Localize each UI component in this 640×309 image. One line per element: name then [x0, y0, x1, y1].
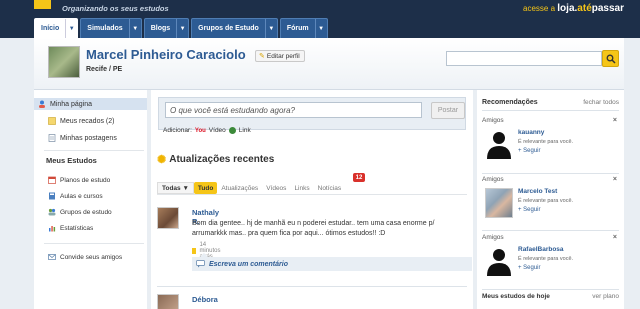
recommendation-card: Amigos × kauanny É relevante para você. … [482, 117, 619, 169]
sidebar-item-aulas-e-cursos[interactable]: Aulas e cursos [48, 190, 103, 202]
filter-videos[interactable]: Vídeos [262, 182, 290, 194]
panel-divider [482, 173, 619, 174]
follow-link[interactable]: + Seguir [518, 207, 541, 213]
sidebar-item-minhas-postagens[interactable]: Minhas postagens [48, 132, 117, 144]
default-avatar-icon [487, 132, 511, 159]
close-all-link[interactable]: fechar todos [583, 99, 619, 106]
close-icon[interactable]: × [613, 176, 617, 183]
filter-noticias[interactable]: Notícias [314, 182, 345, 194]
panel-divider [482, 289, 619, 290]
filter-atualizacoes[interactable]: Atualizações [217, 182, 262, 194]
edit-profile-button[interactable]: ✎ Editar perfil [255, 50, 305, 62]
write-comment-link[interactable]: Escreva um comentário [192, 253, 472, 271]
recommendation-card: Amigos × RafaelBarbosa É relevante para … [482, 234, 619, 286]
sun-icon: ✺ [157, 154, 167, 166]
main-nav-tabs: Início ▼ Simulados ▼ Blogs ▼ Grupos de Estu… [34, 18, 328, 38]
chevron-down-icon[interactable]: ▼ [128, 19, 141, 38]
tab-simulados[interactable]: Simulados ▼ [80, 18, 142, 38]
default-avatar-icon [487, 249, 511, 276]
tab-grupos-de-estudo[interactable]: Grupos de Estudo ▼ [191, 18, 278, 38]
avatar[interactable] [48, 46, 80, 78]
site-tagline: Organizando os seus estudos [62, 4, 169, 13]
store-link[interactable]: acesse a loja.atépassar [523, 3, 624, 14]
today-studies-header: Meus estudos de hoje ver plano [482, 293, 619, 300]
follow-link[interactable]: + Seguir [518, 148, 541, 154]
post-divider [157, 286, 467, 287]
note-icon [48, 117, 56, 125]
comment-icon [196, 260, 205, 268]
panel-divider [482, 230, 619, 231]
invite-friends-link[interactable]: Convide seus amigos [48, 251, 122, 263]
post-button[interactable]: Postar [431, 102, 465, 119]
chart-icon [49, 226, 56, 232]
panel-divider [482, 110, 619, 111]
follow-link[interactable]: + Seguir [518, 265, 541, 271]
status-input[interactable]: O que você está estudando agora? [165, 102, 422, 118]
filter-links[interactable]: Links [290, 182, 313, 194]
pencil-icon: ✎ [259, 53, 265, 60]
recommendations-header: Recomendações fechar todos [482, 99, 619, 106]
profile-header: Marcel Pinheiro Caraciolo Recife / PE ✎ … [34, 38, 624, 90]
profile-location: Recife / PE [86, 66, 123, 73]
main-feed: O que você está estudando agora? Postar … [151, 90, 473, 309]
post-author[interactable]: Débora [192, 295, 218, 304]
sidebar-item-minha-pagina[interactable]: Minha página [34, 98, 147, 110]
sidebar-item-grupos-de-estudo[interactable]: Grupos de estudo [48, 206, 112, 218]
envelope-icon [48, 254, 56, 260]
add-video-link[interactable]: Vídeo [209, 127, 226, 134]
chevron-down-icon[interactable]: ▼ [264, 19, 277, 38]
view-plan-link[interactable]: ver plano [592, 293, 619, 300]
close-icon[interactable]: × [613, 117, 617, 124]
recommendations-panel: Recomendações fechar todos Amigos × kaua… [477, 90, 624, 309]
group-icon [48, 208, 56, 216]
post-text: Bom dia gentee.. hj de manhã eu n podere… [192, 220, 435, 237]
document-icon [48, 134, 56, 142]
search-icon [606, 54, 616, 64]
top-bar: Organizando os seus estudos acesse a loj… [0, 0, 640, 38]
search-input[interactable] [446, 51, 602, 66]
book-icon [49, 192, 55, 200]
message-icon [192, 248, 197, 254]
tab-forum[interactable]: Fórum ▼ [279, 18, 328, 38]
sidebar-divider [44, 243, 144, 244]
updates-heading: ✺ Atualizações recentes [157, 154, 275, 166]
sidebar-divider [44, 150, 144, 151]
sidebar-section-title: Meus Estudos [46, 156, 97, 165]
post-avatar[interactable] [157, 207, 179, 229]
chevron-down-icon[interactable]: ▼ [65, 19, 77, 38]
store-name: loja.atépassar [557, 3, 624, 14]
tab-inicio[interactable]: Início ▼ [34, 18, 79, 38]
recommendation-name[interactable]: RafaelBarbosa [518, 246, 564, 253]
filter-tudo[interactable]: Tudo [193, 182, 218, 194]
news-count-badge: 12 [353, 173, 365, 182]
close-icon[interactable]: × [613, 234, 617, 241]
filter-dropdown-todas[interactable]: Todas ▼ [157, 182, 194, 194]
recommendation-name[interactable]: Marcelo Test [518, 188, 557, 195]
link-icon [228, 127, 236, 134]
site-logo[interactable] [34, 0, 51, 9]
calendar-icon [48, 176, 56, 184]
chevron-down-icon[interactable]: ▼ [176, 19, 188, 38]
recommendation-card: Amigos × Marcelo Test É relevante para v… [482, 176, 619, 228]
recommendation-avatar[interactable] [485, 188, 513, 218]
sidebar-item-estatisticas[interactable]: Estatísticas [48, 222, 93, 234]
user-icon [39, 100, 45, 108]
profile-name[interactable]: Marcel Pinheiro Caraciolo [86, 47, 246, 62]
left-sidebar: Minha página Meus recados (2) Minhas pos… [34, 90, 147, 309]
sidebar-item-planos-de-estudo[interactable]: Planos de estudo [48, 174, 110, 186]
store-prefix: acesse a [523, 4, 556, 13]
attach-row: Adicionar: You Vídeo Link [163, 127, 251, 134]
add-link-link[interactable]: Link [239, 127, 251, 134]
search-button[interactable] [602, 50, 619, 67]
status-composer: O que você está estudando agora? Postar [158, 97, 466, 130]
feed-filters: Todas ▼ Tudo Atualizações Vídeos Links N… [157, 182, 345, 194]
filter-divider [157, 194, 467, 195]
youtube-icon: You [194, 127, 206, 134]
sidebar-item-meus-recados[interactable]: Meus recados (2) [48, 115, 114, 127]
recommendation-name[interactable]: kauanny [518, 129, 544, 136]
tab-blogs[interactable]: Blogs ▼ [143, 18, 190, 38]
chevron-down-icon[interactable]: ▼ [314, 19, 327, 38]
post-avatar[interactable] [157, 294, 179, 309]
